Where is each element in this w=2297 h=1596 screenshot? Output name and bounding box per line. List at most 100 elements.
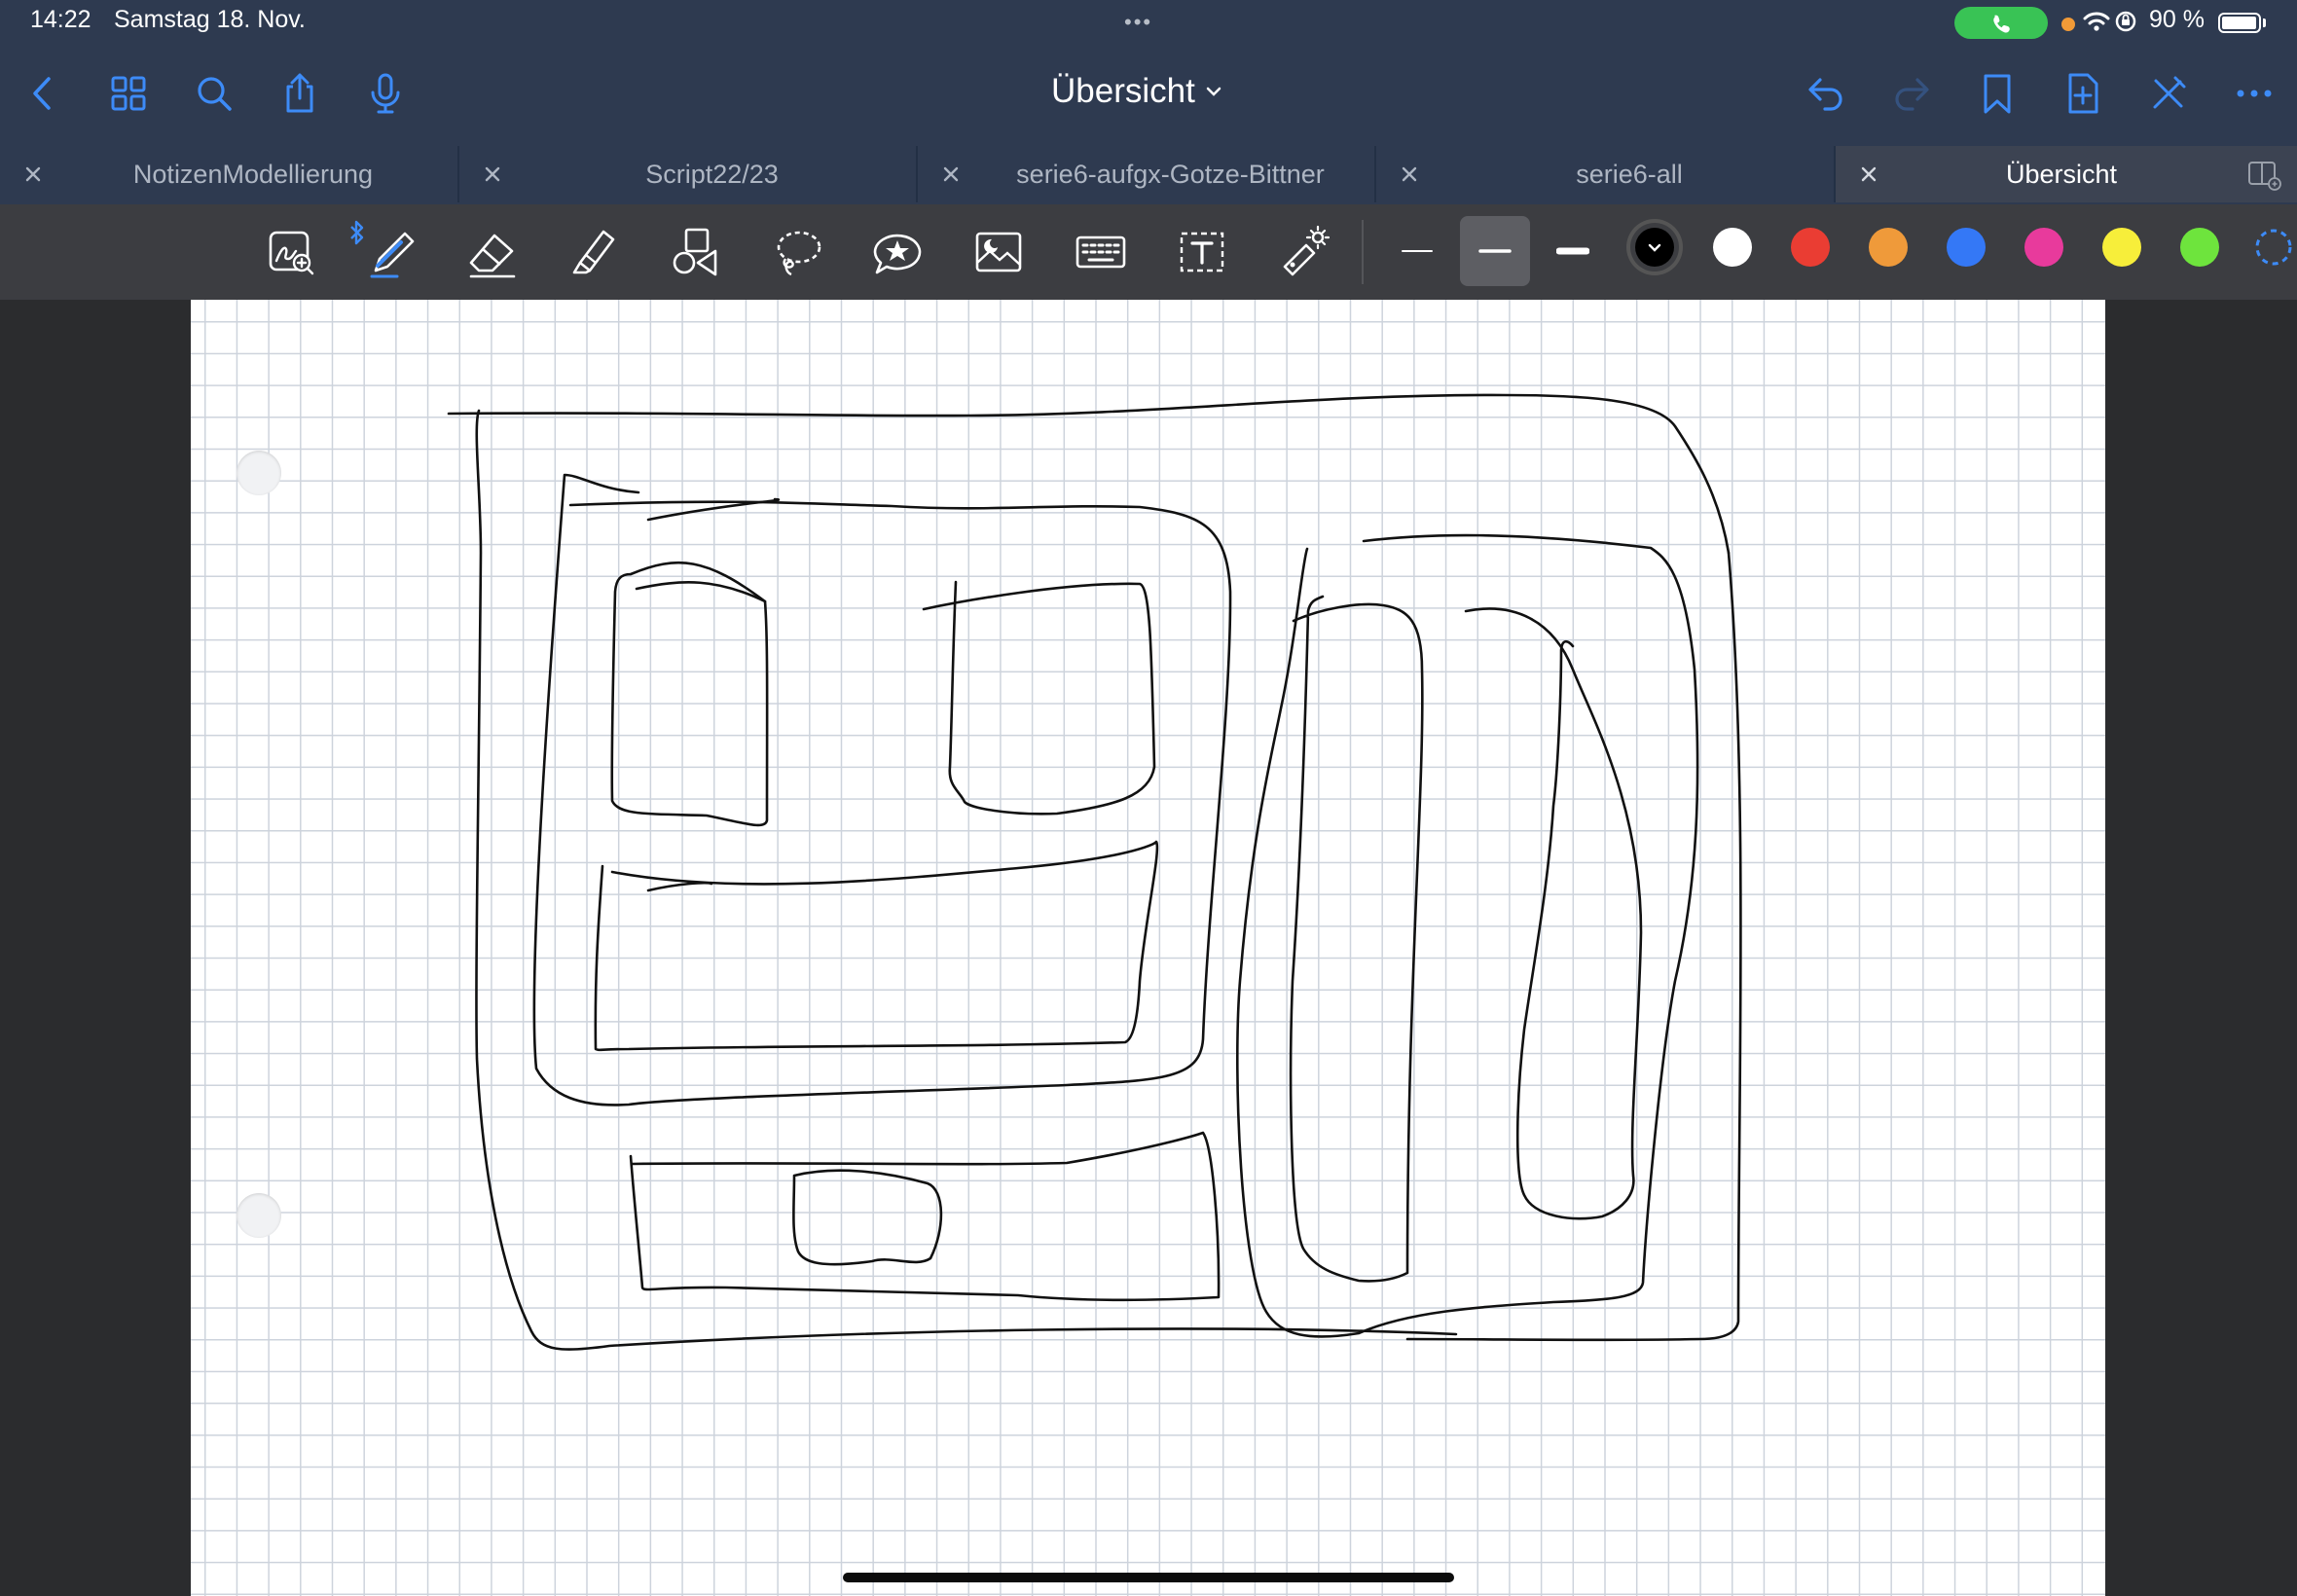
back-button[interactable]	[18, 68, 68, 119]
zoom-window-icon	[269, 231, 314, 275]
microphone-icon	[371, 73, 400, 114]
share-button[interactable]	[274, 68, 325, 119]
add-page-icon	[2068, 73, 2098, 114]
redo-button[interactable]	[1886, 68, 1937, 119]
search-icon	[198, 77, 232, 111]
highlighter-tool[interactable]	[563, 222, 623, 282]
image-tool[interactable]	[968, 222, 1029, 282]
keyboard-icon	[1076, 236, 1126, 269]
eraser-icon	[469, 234, 516, 278]
orientation-lock-icon	[2115, 11, 2136, 32]
ink-stroke-column-left	[1289, 595, 1424, 1283]
ink-stroke-outer-top	[447, 393, 1731, 555]
color-swatch-red[interactable]	[1791, 228, 1830, 267]
multitasking-menu-icon[interactable]: •••	[1124, 10, 1152, 35]
eraser-tool[interactable]	[461, 222, 522, 282]
keyboard-tool[interactable]	[1071, 222, 1131, 282]
stroke-medium-icon	[1478, 249, 1512, 253]
undo-icon	[1808, 78, 1842, 111]
close-tab-icon[interactable]	[1396, 161, 1423, 188]
dictation-button[interactable]	[360, 68, 411, 119]
pen-tool[interactable]	[362, 222, 422, 282]
color-swatch-orange[interactable]	[1869, 228, 1908, 267]
tab-script2223[interactable]: Script22/23	[459, 146, 918, 202]
chevron-down-icon	[1648, 243, 1661, 252]
highlighter-icon	[572, 230, 615, 274]
color-swatch-white[interactable]	[1713, 228, 1752, 267]
tab-notizenmodellierung[interactable]: NotizenModellierung	[0, 146, 459, 202]
document-tab-bar: NotizenModellierung Script22/23 serie6-a…	[0, 146, 2297, 204]
document-title: Übersicht	[1051, 72, 1195, 110]
color-swatch-black[interactable]	[1635, 228, 1674, 267]
lasso-icon	[777, 231, 821, 276]
note-canvas-area[interactable]	[0, 300, 2297, 1596]
ink-stroke-square-1	[610, 561, 769, 827]
tab-label: serie6-all	[1576, 160, 1683, 189]
ink-stroke-square-1-top	[635, 581, 767, 603]
ink-stroke-square-2	[922, 580, 1156, 816]
color-picker-icon[interactable]	[2254, 228, 2293, 267]
lasso-tool[interactable]	[768, 222, 828, 282]
grid-paper-page[interactable]	[191, 300, 2105, 1596]
sticker-tool[interactable]	[867, 222, 928, 282]
color-swatch-pink[interactable]	[2024, 228, 2063, 267]
close-tab-icon[interactable]	[1855, 161, 1882, 188]
tab-label: Script22/23	[645, 160, 779, 189]
more-button[interactable]	[2229, 68, 2279, 119]
stroke-thin-icon	[1402, 250, 1433, 252]
tab-uebersicht[interactable]: Übersicht	[1836, 146, 2297, 202]
sticker-icon	[873, 234, 922, 274]
drawing-toolbar	[0, 204, 2297, 300]
toolbar-divider	[1362, 220, 1364, 284]
close-pen-icon	[2153, 76, 2186, 109]
home-indicator[interactable]	[843, 1573, 1454, 1582]
tab-label: Übersicht	[2005, 160, 2118, 189]
share-icon	[286, 73, 313, 113]
shapes-tool[interactable]	[665, 222, 725, 282]
close-tab-icon[interactable]	[479, 161, 506, 188]
ink-stroke-column-right	[1464, 607, 1643, 1220]
redo-icon	[1895, 78, 1929, 111]
color-swatch-green[interactable]	[2180, 228, 2219, 267]
split-view-icon[interactable]	[2246, 158, 2281, 193]
pen-icon	[370, 232, 415, 278]
close-tab-icon[interactable]	[937, 161, 965, 188]
image-icon	[975, 232, 1022, 272]
color-swatch-yellow[interactable]	[2102, 228, 2141, 267]
tab-serie6-aufgx[interactable]: serie6-aufgx-Gotze-Bittner	[918, 146, 1376, 202]
grid-view-button[interactable]	[103, 68, 154, 119]
battery-percentage: 90 %	[2149, 6, 2205, 33]
status-time: 14:22	[30, 6, 91, 33]
bookmark-button[interactable]	[1972, 68, 2023, 119]
laser-pointer-icon	[1283, 225, 1331, 276]
handwritten-sketch[interactable]	[191, 300, 2105, 1596]
phone-call-indicator[interactable]	[1954, 7, 2048, 39]
laser-pointer-tool[interactable]	[1273, 222, 1333, 282]
search-button[interactable]	[189, 68, 239, 119]
text-box-icon	[1180, 232, 1224, 272]
zoom-window-tool[interactable]	[261, 222, 321, 282]
stroke-thin[interactable]	[1382, 216, 1452, 286]
chevron-down-icon	[1206, 87, 1221, 96]
close-tab-icon[interactable]	[19, 161, 47, 188]
stroke-thick-icon	[1556, 247, 1589, 255]
status-date: Samstag 18. Nov.	[114, 6, 306, 33]
battery-icon	[2218, 13, 2261, 33]
text-box-tool[interactable]	[1172, 222, 1232, 282]
stroke-medium[interactable]	[1460, 216, 1530, 286]
document-title-button[interactable]: Übersicht	[1051, 72, 1222, 111]
bookmark-icon	[1984, 74, 2011, 114]
grid-icon	[111, 76, 146, 111]
shapes-icon	[673, 228, 717, 276]
tab-serie6-all[interactable]: serie6-all	[1376, 146, 1836, 202]
color-swatch-blue[interactable]	[1947, 228, 1986, 267]
ink-stroke-wide-rect	[594, 840, 1159, 1052]
ink-stroke-outer-left	[475, 409, 1458, 1351]
close-pen-mode-button[interactable]	[2143, 68, 2194, 119]
undo-button[interactable]	[1801, 68, 1851, 119]
tab-label: NotizenModellierung	[132, 160, 374, 189]
stroke-thick[interactable]	[1538, 216, 1608, 286]
add-page-button[interactable]	[2058, 68, 2108, 119]
ink-stroke-small-shape	[792, 1169, 943, 1266]
ink-stroke-box-a	[532, 473, 1232, 1106]
